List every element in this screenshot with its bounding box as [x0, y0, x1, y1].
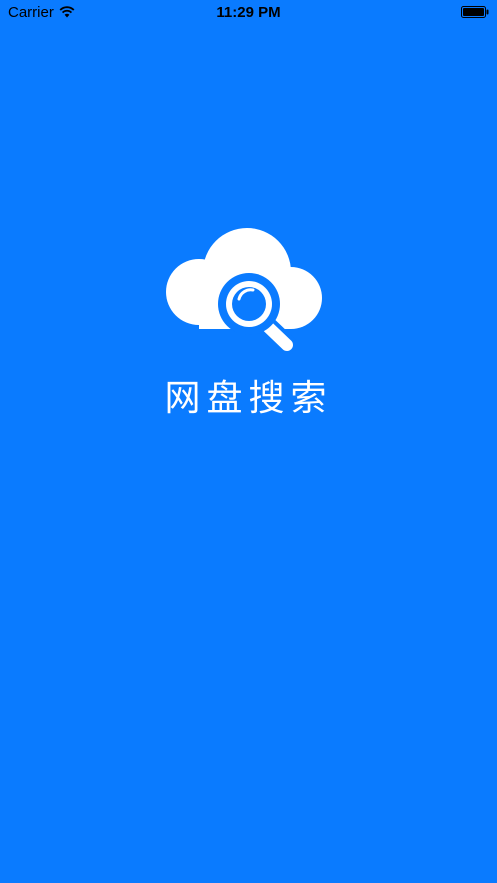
status-bar: Carrier 11:29 PM — [0, 0, 497, 27]
battery-icon — [461, 6, 489, 18]
cloud-search-icon — [166, 228, 322, 355]
splash-screen: Carrier 11:29 PM 网盘搜索 — [0, 0, 497, 883]
status-time: 11:29 PM — [216, 4, 281, 21]
app-name: 网盘搜索 — [164, 378, 333, 419]
